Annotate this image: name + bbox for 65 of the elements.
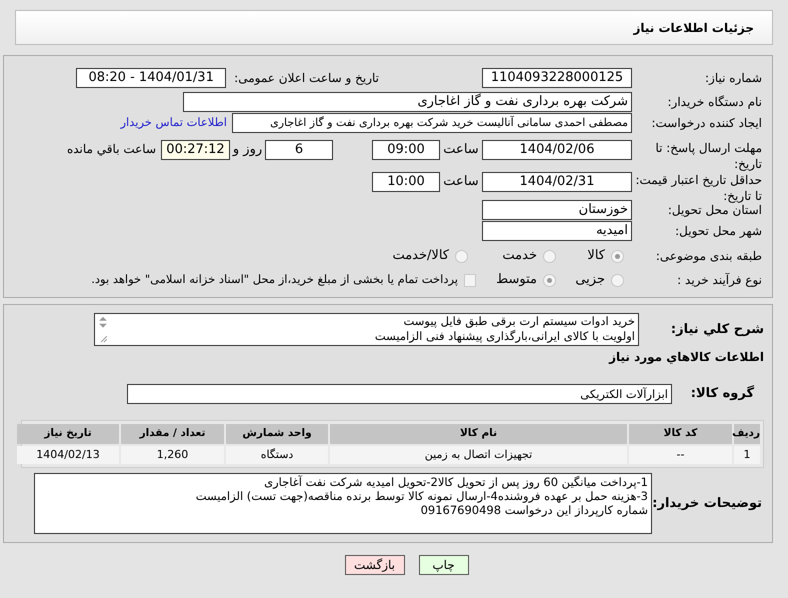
description-line: خرید ادوات سیستم ارت برقی طبق فایل پیوست	[402, 314, 635, 329]
field-label: ایجاد کننده درخواست:	[650, 115, 762, 131]
announce-date-field: 1404/01/31 - 08:20	[76, 68, 226, 88]
notes-line: شماره کارپرداز این درخواست 09167690498	[420, 503, 648, 517]
need-number-field: 1104093228000125	[482, 68, 632, 88]
validity-time-field: 10:00	[372, 172, 440, 192]
contact-link[interactable]: اطلاعات تماس خریدار	[120, 114, 227, 132]
print-button[interactable]: چاپ	[418, 555, 468, 575]
province-field: خوزستان	[482, 200, 632, 220]
buyer-field: شرکت بهره برداری نفت و گاز اغاجاری	[183, 92, 632, 112]
time-label: ساعت	[442, 173, 480, 191]
description-line: اولویت با کالای ایرانی،بارگذاری پیشنهاد فنی الزامیست	[374, 329, 635, 344]
field-label: استان محل تحویل:	[666, 203, 762, 218]
column-header: ردیف	[734, 424, 760, 444]
goods-group-field: ابزارآلات الکتریکی	[127, 384, 672, 404]
treasury-note: پرداخت تمام یا بخشی از مبلغ خرید،از محل "اسناد خزانه اسلامی" خواهد بود.	[91, 271, 458, 288]
field-label: نوع فرآیند خرید :	[676, 272, 762, 288]
validity-date-field: 1404/02/31	[482, 172, 632, 192]
field-label: شماره نیاز:	[704, 70, 762, 86]
days-label: روز و	[231, 141, 264, 159]
back-button[interactable]: بازگشت	[344, 555, 404, 575]
option-label: جزیی	[575, 271, 605, 290]
checkbox[interactable]	[464, 274, 476, 286]
city-field: امیدیه	[482, 221, 632, 241]
column-header: کد کالا	[629, 424, 732, 444]
table-cell: 1404/02/13	[17, 446, 119, 464]
field-label: شهر محل تحویل:	[674, 223, 762, 239]
notes-line: 3-هزینه حمل بر عهده فروشنده4-ارسال نمونه کالا توسط برنده مناقصه(جهت تست) الزامیست	[194, 489, 648, 503]
creator-field: مصطفی احمدی سامانی آنالیست خرید شرکت بهره برداری نفت و گاز اغاجاری	[232, 113, 632, 133]
field-label: شرح کلي نياز:	[670, 320, 764, 339]
section-heading: اطلاعات کالاهاي مورد نياز	[608, 349, 764, 366]
field-label: گروه کالا:	[690, 384, 754, 404]
time-label: ساعت	[442, 141, 480, 159]
option-label: متوسط	[496, 271, 537, 290]
option-label: کالا/خدمت	[392, 247, 449, 266]
field-label: طبقه بندی موضوعی:	[654, 248, 762, 264]
reply-time-field: 09:00	[372, 140, 440, 160]
field-label: توضیحات خریدار:	[652, 494, 762, 513]
reply-date-field: 1404/02/06	[482, 140, 632, 160]
field-label: نام دستگاه خریدار:	[666, 94, 762, 110]
field-label: مهلت ارسال پاسخ: تا تاریخ:	[654, 140, 762, 172]
column-header: تاریخ نیاز	[17, 424, 119, 444]
column-header: واحد شمارش	[226, 424, 328, 444]
column-header: نام کالا	[330, 424, 627, 444]
days-field: 6	[265, 140, 333, 160]
column-header: تعداد / مقدار	[121, 424, 224, 444]
radio-button[interactable]	[455, 250, 468, 262]
table-cell: 1	[734, 446, 760, 464]
option-label: کالا	[587, 247, 605, 266]
page-title: جزئیات اطلاعات نیاز	[633, 20, 754, 36]
radio-button[interactable]	[611, 274, 624, 286]
scroll-arrows-icon[interactable]	[97, 315, 109, 344]
table-cell: تجهیزات اتصال به زمین	[330, 446, 627, 464]
remaining-time-field: 00:27:12	[161, 140, 230, 160]
radio-button[interactable]	[611, 250, 624, 262]
field-label: حداقل تاریخ اعتبار قیمت: تا تاریخ:	[634, 172, 762, 204]
notes-line: 1-پرداخت میانگین 60 روز پس از تحویل کالا2-تحویل امیدیه شرکت نفت آغاجاری	[263, 475, 648, 489]
table-cell: 1,260	[121, 446, 224, 464]
radio-button[interactable]	[543, 250, 556, 262]
remaining-label: ساعت باقي مانده	[66, 141, 156, 158]
field-label: تاریخ و ساعت اعلان عمومی:	[234, 70, 379, 87]
radio-button[interactable]	[543, 274, 556, 286]
option-label: خدمت	[502, 247, 537, 266]
table-cell: --	[629, 446, 732, 464]
table-cell: دستگاه	[226, 446, 328, 464]
